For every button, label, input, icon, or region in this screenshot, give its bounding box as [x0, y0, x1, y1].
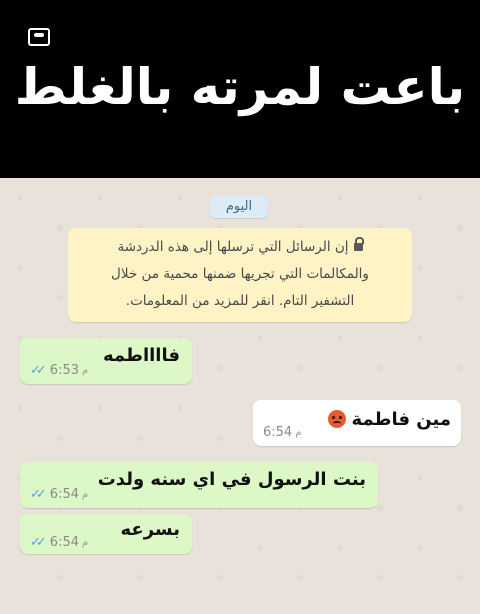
message-meta: ✓✓ 6:53 م — [30, 363, 88, 378]
message-time: 6:54 — [49, 535, 79, 550]
message-bubble-incoming[interactable]: مين فاطمة 6:54 م — [253, 400, 461, 446]
message-meta: ✓✓ 6:54 م — [30, 487, 88, 502]
chat-area[interactable]: اليوم إن الرسائل التي ترسلها إلى هذه الد… — [0, 178, 480, 614]
message-text: فااااطمه — [103, 345, 180, 366]
banner-title: باعت لمرته بالغلط — [14, 58, 466, 116]
message-time: 6:54 — [49, 487, 79, 502]
tv-channel-logo-icon — [28, 28, 50, 46]
lock-icon — [353, 237, 364, 251]
message-time: 6:54 — [263, 425, 293, 440]
message-label: مين فاطمة — [351, 409, 451, 430]
message-text: بسرعه — [120, 519, 180, 540]
double-check-icon: ✓✓ — [30, 363, 47, 378]
message-bubble-outgoing[interactable]: بنت الرسول في اي سنه ولدت ✓✓ 6:54 م — [20, 462, 378, 508]
encryption-notice-text: إن الرسائل التي ترسلها إلى هذه الدردشة و… — [90, 234, 390, 315]
message-text: بنت الرسول في اي سنه ولدت — [97, 469, 366, 490]
angry-face-emoji-icon — [327, 410, 346, 428]
message-time: 6:53 — [49, 363, 79, 378]
message-ampm: م — [82, 537, 89, 548]
message-text: مين فاطمة — [327, 409, 451, 430]
message-meta: 6:54 م — [263, 425, 301, 440]
title-banner: باعت لمرته بالغلط — [0, 0, 480, 178]
message-bubble-outgoing[interactable]: فااااطمه ✓✓ 6:53 م — [20, 338, 192, 384]
message-ampm: م — [82, 489, 89, 500]
double-check-icon: ✓✓ — [30, 487, 47, 502]
message-meta: ✓✓ 6:54 م — [30, 535, 88, 550]
message-ampm: م — [295, 427, 302, 438]
encryption-notice-label: إن الرسائل التي ترسلها إلى هذه الدردشة و… — [111, 239, 369, 309]
date-chip: اليوم — [210, 196, 268, 218]
double-check-icon: ✓✓ — [30, 535, 47, 550]
encryption-notice[interactable]: إن الرسائل التي ترسلها إلى هذه الدردشة و… — [68, 228, 412, 322]
message-ampm: م — [82, 365, 89, 376]
message-bubble-outgoing[interactable]: بسرعه ✓✓ 6:54 م — [20, 514, 192, 554]
